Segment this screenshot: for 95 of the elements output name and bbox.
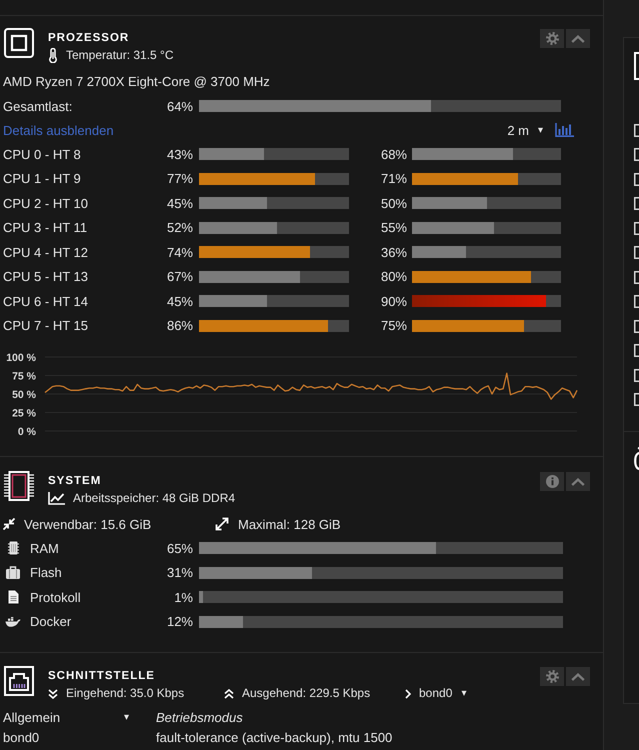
settings-button[interactable] (540, 667, 564, 686)
section-dropdown[interactable]: Allgemein ▾ (3, 710, 129, 724)
cpu-core-label: CPU 6 - HT 14 (3, 294, 90, 309)
cpu-core-label: CPU 5 - HT 13 (3, 269, 90, 284)
core-load-percent: 45% (166, 294, 194, 309)
arc-icon (634, 447, 639, 470)
cpu-core-label: CPU 1 - HT 9 (3, 171, 82, 186)
checkbox[interactable] (634, 124, 639, 137)
checkbox[interactable] (634, 344, 639, 358)
cpu-core-label: CPU 0 - HT 8 (3, 146, 82, 162)
bar-chart-icon[interactable] (555, 123, 574, 137)
core-load-percent: 74% (166, 244, 194, 260)
panel-title: SYSTEM (48, 474, 102, 488)
core-load-percent: 45% (166, 196, 194, 211)
chevron-up-icon (571, 672, 585, 680)
thermometer-icon (48, 48, 58, 63)
y-tick-label: 100 % (6, 352, 36, 364)
interface-dropdown[interactable]: bond0 ▾ (419, 686, 466, 701)
table-cell-text: fault-tolerance (active-backup), mtu 1500 (156, 730, 394, 744)
panel-title: PROZESSOR (48, 31, 130, 45)
settings-button[interactable] (540, 29, 564, 48)
load-percent: 64% (166, 98, 194, 114)
usage-percent: 12% (166, 614, 194, 630)
storage-label: Docker (30, 614, 72, 630)
checkbox[interactable] (634, 270, 639, 284)
panel-title: SCHNITTSTELLE (48, 669, 156, 683)
temperature-text: Temperatur: 31.5 °C (66, 48, 174, 63)
core-load-percent: 71% (380, 171, 408, 186)
chevron-up-icon (571, 478, 585, 486)
column-header: Betriebsmodus (156, 710, 244, 724)
core-load-percent: 36% (380, 244, 408, 260)
whale-icon (5, 616, 21, 627)
info-icon (546, 475, 558, 488)
collapse-button[interactable] (566, 472, 590, 491)
core-load-percent: 75% (380, 318, 408, 334)
expand-arrows-icon (215, 517, 229, 531)
core-load-percent: 68% (380, 146, 408, 162)
collapse-button[interactable] (566, 29, 590, 48)
inbound-rate-text: Eingehend: 35.0 Kbps (66, 686, 184, 701)
checkbox[interactable] (634, 222, 639, 235)
outbound-rate-text: Ausgehend: 229.5 Kbps (242, 686, 370, 701)
checkbox[interactable] (634, 246, 639, 260)
usage-percent: 1% (173, 590, 194, 605)
maximum-memory-text: Maximal: 128 GiB (238, 516, 341, 532)
memory-chip-icon (8, 541, 18, 556)
cpu-core-label: CPU 2 - HT 10 (3, 196, 90, 211)
core-load-percent: 50% (380, 196, 408, 211)
checkbox[interactable] (634, 368, 639, 382)
document-icon (8, 590, 18, 604)
time-range-dropdown[interactable]: 2 m ▾ (507, 122, 543, 138)
checkbox[interactable] (634, 148, 639, 162)
collapse-button[interactable] (566, 667, 590, 686)
compress-arrows-icon (3, 518, 15, 530)
double-chevron-down-icon (48, 688, 58, 698)
info-button[interactable] (540, 472, 564, 491)
cpu-core-label: CPU 3 - HT 11 (3, 220, 88, 236)
y-tick-label: 0 % (18, 426, 36, 438)
gear-icon (546, 670, 558, 683)
gear-icon (546, 32, 558, 45)
core-load-percent: 80% (380, 269, 408, 284)
y-tick-label: 25 % (12, 408, 36, 420)
core-load-percent: 90% (380, 294, 408, 309)
checkbox[interactable] (634, 320, 639, 333)
memory-text: Arbeitsspeicher: 48 GiB DDR4 (73, 491, 236, 506)
network-port-icon (4, 666, 34, 696)
core-load-percent: 86% (166, 318, 194, 334)
chevron-up-icon (571, 34, 585, 42)
core-load-percent: 67% (166, 269, 194, 284)
memory-module-icon (3, 471, 35, 501)
core-load-percent: 55% (380, 220, 408, 236)
y-tick-label: 50 % (12, 389, 36, 401)
core-load-percent: 77% (166, 171, 194, 186)
processor-icon (4, 28, 34, 58)
core-load-percent: 52% (166, 220, 194, 236)
storage-label: Protokoll (30, 590, 81, 605)
usable-memory-text: Verwendbar: 15.6 GiB (24, 516, 152, 532)
usage-percent: 31% (166, 565, 194, 580)
checkbox[interactable] (634, 197, 639, 210)
line-chart-icon (48, 492, 65, 505)
double-chevron-up-icon (224, 688, 234, 698)
usage-percent: 65% (166, 540, 194, 556)
y-tick-label: 75 % (12, 370, 36, 382)
chevron-right-icon (405, 688, 411, 698)
checkbox[interactable] (634, 393, 639, 406)
cpu-core-label: CPU 4 - HT 12 (3, 244, 90, 260)
storage-label: Flash (30, 565, 62, 580)
cpu-model-text: AMD Ryzen 7 2700X Eight-Core @ 3700 MHz (3, 73, 271, 91)
briefcase-icon (6, 566, 20, 580)
table-cell-text: bond0 (3, 730, 40, 744)
cpu-core-label: CPU 7 - HT 15 (3, 318, 90, 334)
core-load-percent: 43% (166, 146, 194, 162)
checkbox[interactable] (634, 172, 639, 186)
checkbox[interactable] (634, 295, 639, 308)
total-load-label: Gesamtlast: (3, 98, 74, 114)
storage-label: RAM (30, 540, 59, 556)
